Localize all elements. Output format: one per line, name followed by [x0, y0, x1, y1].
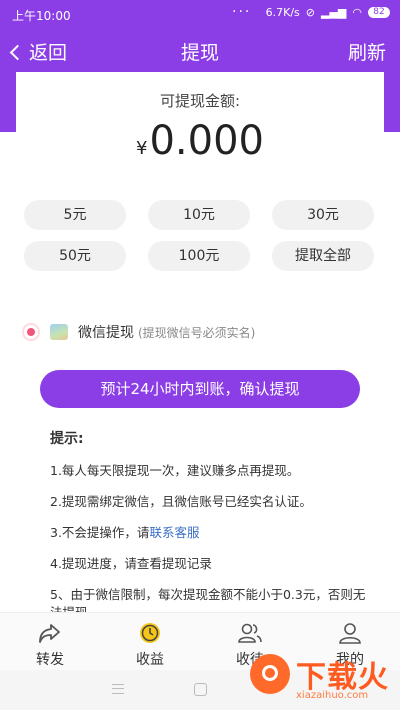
- balance-value: 0.000: [149, 118, 264, 164]
- notification-dots-icon: ···: [232, 4, 252, 20]
- amount-option-all[interactable]: 提取全部: [272, 241, 374, 271]
- radio-selected-dot: [27, 328, 35, 336]
- signal-icon: ▂▄▆: [321, 6, 347, 19]
- nav-bar: 返回 提现 刷新: [0, 28, 400, 72]
- method-radio[interactable]: [24, 325, 38, 339]
- status-time: 上午10:00: [12, 9, 71, 23]
- amount-option-10[interactable]: 10元: [148, 200, 250, 230]
- users-icon: [238, 623, 262, 643]
- balance-card: 可提现金额: ¥0.000: [16, 72, 384, 180]
- wechat-icon: [50, 324, 68, 340]
- tab-share[interactable]: 转发: [10, 621, 90, 669]
- currency-symbol: ¥: [136, 138, 148, 159]
- tab-share-label: 转发: [36, 652, 64, 668]
- mute-icon: ⊘: [305, 6, 315, 19]
- tip-3-text: 3.不会提操作，请: [50, 525, 150, 540]
- clock-icon: [140, 623, 160, 643]
- battery-icon: 82: [368, 7, 390, 18]
- balance-amount: ¥0.000: [16, 118, 384, 164]
- tab-earnings-label: 收益: [136, 652, 164, 668]
- network-speed: 6.7K/s: [265, 6, 300, 19]
- status-bar: 上午10:00 ··· 6.7K/s ⊘ ▂▄▆ ◠ 82: [0, 0, 400, 28]
- tip-4: 4.提现进度，请查看提现记录: [50, 556, 212, 571]
- status-indicators: 6.7K/s ⊘ ▂▄▆ ◠ 82: [266, 6, 390, 19]
- tips-title: 提示:: [50, 431, 84, 447]
- confirm-withdraw-button[interactable]: 预计24小时内到账，确认提现: [40, 370, 360, 408]
- amount-option-100[interactable]: 100元: [148, 241, 250, 271]
- tip-2: 2.提现需绑定微信，且微信账号已经实名认证。: [50, 494, 312, 509]
- wifi-icon: ◠: [352, 6, 362, 19]
- withdraw-method-wechat[interactable]: 微信提现 (提现微信号必须实名): [24, 321, 255, 343]
- contact-support-link[interactable]: 联系客服: [149, 525, 199, 540]
- watermark: 下载火 xiazaihuo.com: [244, 648, 400, 710]
- home-icon[interactable]: [194, 683, 207, 696]
- watermark-url: xiazaihuo.com: [296, 690, 369, 701]
- method-label: 微信提现: [78, 325, 134, 341]
- amount-option-30[interactable]: 30元: [272, 200, 374, 230]
- tip-1: 1.每人每天限提现一次，建议赚多点再提现。: [50, 463, 300, 478]
- amount-option-50[interactable]: 50元: [24, 241, 126, 271]
- method-note: (提现微信号必须实名): [138, 325, 256, 340]
- balance-label: 可提现金额:: [159, 92, 241, 110]
- page-title: 提现: [180, 42, 219, 64]
- watermark-logo-icon: [250, 654, 290, 694]
- refresh-button[interactable]: 刷新: [348, 38, 386, 65]
- menu-icon[interactable]: [112, 684, 124, 694]
- amount-option-5[interactable]: 5元: [24, 200, 126, 230]
- tips-section: 提示: 1.每人每天限提现一次，建议赚多点再提现。 2.提现需绑定微信，且微信账…: [50, 428, 370, 635]
- user-icon: [339, 623, 361, 644]
- share-icon: [39, 624, 60, 643]
- tip-3: 3.不会提操作，请联系客服: [50, 524, 370, 542]
- tab-earnings[interactable]: 收益: [110, 621, 190, 669]
